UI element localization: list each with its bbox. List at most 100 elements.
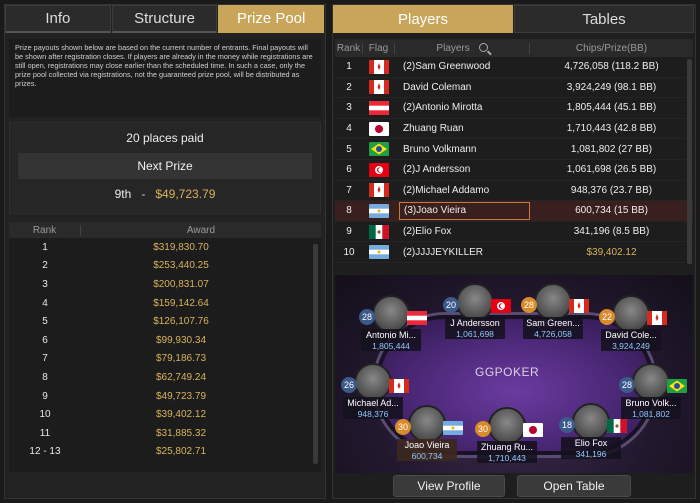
player-name: Zhuang Ruan	[403, 123, 464, 135]
player-seat[interactable]: 28 Bruno Volk... 1,081,802	[619, 363, 687, 419]
level-badge: 28	[619, 377, 635, 393]
player-row[interactable]: 5 Bruno Volkmann 1,081,802 (27 BB)	[335, 139, 693, 160]
seat-player-name: J Andersson	[445, 317, 505, 329]
tab-tables[interactable]: Tables	[514, 5, 694, 33]
award-rank: 8	[42, 371, 48, 383]
rank-column-header: Rank	[9, 224, 81, 236]
player-row[interactable]: 2 David Coleman 3,924,249 (98.1 BB)	[335, 78, 693, 99]
players-table-header: Rank Flag Players Chips/Prize(BB)	[335, 39, 693, 57]
player-row[interactable]: 1 (2)Sam Greenwood 4,726,058 (118.2 BB)	[335, 57, 693, 78]
award-table: Rank Award 1 $319,830.70 2 $253,440.25 3 $…	[9, 222, 321, 472]
award-row: 3 $200,831.07	[9, 275, 321, 294]
player-name: (3)Joao Vieira	[399, 201, 530, 220]
austria-flag-icon	[363, 100, 395, 115]
seat-stack: 1,805,444	[361, 341, 421, 351]
canada-flag-icon	[363, 59, 395, 74]
player-row[interactable]: 7 (2)Michael Addamo 948,376 (23.7 BB)	[335, 181, 693, 202]
player-seat[interactable]: 30 Zhuang Ru... 1,710,443	[475, 407, 543, 463]
seat-stack: 948,376	[343, 409, 403, 419]
award-amount: $79,186.73	[155, 353, 207, 365]
award-rank: 5	[42, 316, 48, 328]
player-chips: 1,061,698 (26.5 BB)	[566, 164, 657, 176]
player-seat[interactable]: 18 Elio Fox 341,196	[559, 403, 627, 459]
players-scrollbar[interactable]	[687, 59, 692, 264]
award-scrollbar[interactable]	[313, 244, 318, 464]
player-row[interactable]: 10 (2)JJJJEYKILLER $39,402.12	[335, 242, 693, 263]
award-rank: 4	[42, 297, 48, 309]
seat-stack: 600,734	[397, 451, 457, 461]
player-rank: 9	[346, 226, 352, 238]
prize-notice: Prize payouts shown below are based on t…	[9, 39, 321, 117]
seat-stack: 3,924,249	[601, 341, 661, 351]
seat-stack: 341,196	[561, 449, 621, 459]
argentina-flag-icon	[363, 245, 395, 260]
award-amount: $319,830.70	[153, 241, 209, 253]
player-seat[interactable]: 20 J Andersson 1,061,698	[443, 283, 511, 339]
player-seat[interactable]: 26 Michael Ad... 948,376	[341, 363, 409, 419]
next-prize-amount: $49,723.79	[155, 187, 216, 201]
player-name: (2)Sam Greenwood	[403, 61, 491, 73]
seat-player-name: Michael Ad...	[343, 397, 403, 409]
search-icon[interactable]	[478, 43, 488, 53]
level-badge: 18	[559, 417, 575, 433]
award-rank: 9	[42, 390, 48, 402]
player-seat[interactable]: 28 Antonio Mi... 1,805,444	[359, 295, 427, 351]
award-amount: $25,802.71	[155, 446, 207, 458]
avatar	[572, 403, 610, 441]
player-rows: 1 (2)Sam Greenwood 4,726,058 (118.2 BB) 2…	[335, 57, 693, 263]
award-amount: $200,831.07	[153, 278, 209, 290]
players-table: Rank Flag Players Chips/Prize(BB) 1 (2)S…	[335, 39, 693, 267]
canada-flag-icon	[569, 299, 589, 313]
award-row: 8 $62,749.24	[9, 368, 321, 387]
tab-info[interactable]: Info	[5, 5, 111, 33]
award-rank: 7	[42, 353, 48, 365]
table-preview: GGPOKER 28 Antonio Mi... 1,805,444 20 J …	[335, 275, 693, 473]
award-row: 1 $319,830.70	[9, 238, 321, 257]
view-profile-button[interactable]: View Profile	[393, 475, 505, 497]
seat-stack: 1,081,802	[621, 409, 681, 419]
brazil-flag-icon	[363, 142, 395, 157]
players-panel: Players Tables Rank Flag Players Chips/P…	[332, 4, 696, 499]
mexico-flag-icon	[607, 419, 627, 433]
seat-player-name: Sam Green...	[523, 317, 583, 329]
app-root: Info Structure Prize Pool Prize payouts …	[0, 0, 700, 503]
places-paid: 20 places paid	[126, 131, 204, 145]
brazil-flag-icon	[667, 379, 687, 393]
japan-flag-icon	[363, 121, 395, 136]
award-column-header: Award	[186, 224, 216, 236]
player-name: (2)J Andersson	[403, 164, 471, 176]
player-seat[interactable]: 22 David Cole... 3,924,249	[599, 295, 667, 351]
player-chips: $39,402.12	[586, 246, 637, 258]
player-name: David Coleman	[403, 81, 472, 93]
canada-flag-icon	[647, 311, 667, 325]
level-badge: 30	[475, 421, 491, 437]
open-table-button[interactable]: Open Table	[517, 475, 631, 497]
avatar	[534, 283, 572, 321]
award-row: 12 - 13 $25,802.71	[9, 443, 321, 462]
level-badge: 30	[395, 419, 411, 435]
seat-player-name: Antonio Mi...	[361, 329, 421, 341]
player-row[interactable]: 8 (3)Joao Vieira 600,734 (15 BB)	[335, 201, 693, 222]
award-row: 2 $253,440.25	[9, 257, 321, 276]
player-row[interactable]: 3 (2)Antonio Mirotta 1,805,444 (45.1 BB)	[335, 98, 693, 119]
player-name: Bruno Volkmann	[403, 143, 477, 155]
seat-player-name: Bruno Volk...	[621, 397, 681, 409]
tab-players[interactable]: Players	[333, 5, 513, 33]
player-row[interactable]: 9 (2)Elio Fox 341,196 (8.5 BB)	[335, 222, 693, 243]
japan-flag-icon	[523, 423, 543, 437]
award-rank: 12 - 13	[29, 446, 61, 458]
right-tab-bar: Players Tables	[333, 5, 695, 33]
player-row[interactable]: 4 Zhuang Ruan 1,710,443 (42.8 BB)	[335, 119, 693, 140]
player-row[interactable]: 6 (2)J Andersson 1,061,698 (26.5 BB)	[335, 160, 693, 181]
next-prize-label: Next Prize	[18, 153, 312, 179]
next-prize-rank: 9th	[114, 187, 132, 201]
player-seat[interactable]: 28 Sam Green... 4,726,058	[521, 283, 589, 339]
avatar	[488, 407, 526, 445]
player-seat[interactable]: 30 Joao Vieira 600,734	[395, 405, 463, 461]
award-rank: 2	[42, 260, 48, 272]
award-amount: $99,930.34	[155, 334, 207, 346]
tab-structure[interactable]: Structure	[111, 5, 218, 33]
player-name: (2)Elio Fox	[403, 226, 452, 238]
award-rank: 1	[42, 241, 48, 253]
tab-prize-pool[interactable]: Prize Pool	[218, 5, 325, 33]
